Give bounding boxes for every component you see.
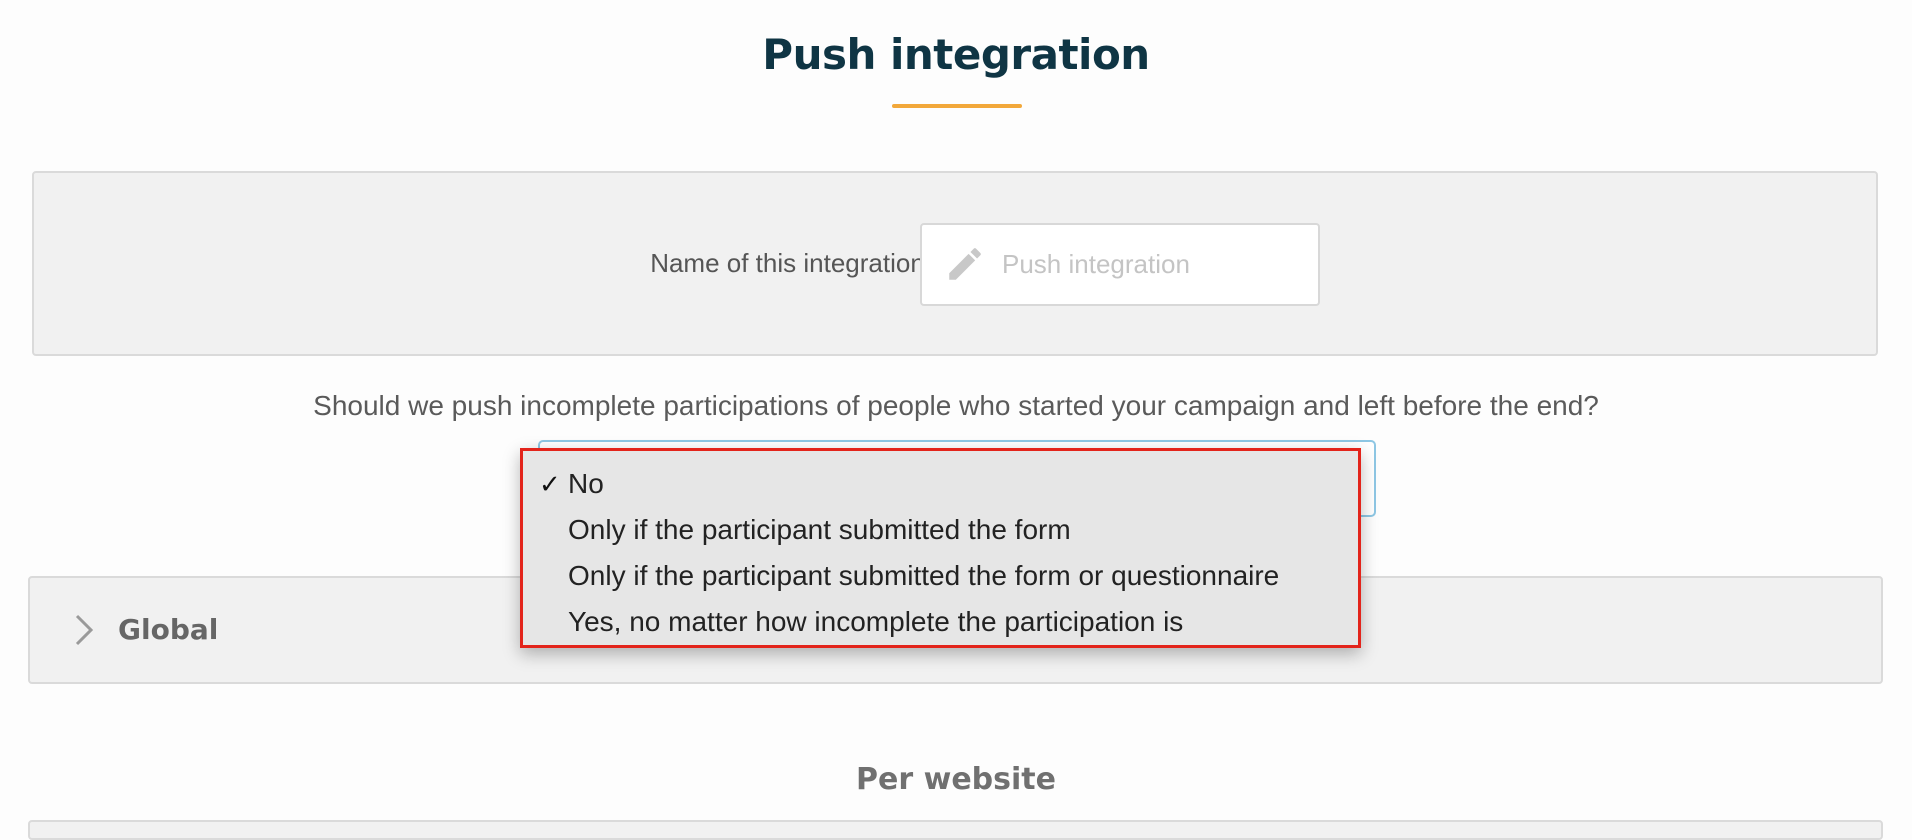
pencil-icon [949,248,981,280]
incomplete-participations-dropdown-menu: ✓ No Only if the participant submitted t… [520,448,1361,648]
dropdown-option-label: No [568,468,604,499]
dropdown-option-yes-always[interactable]: Yes, no matter how incomplete the partic… [523,599,1358,645]
checkmark-icon: ✓ [539,469,561,499]
page-title: Push integration [762,30,1150,79]
per-website-heading: Per website [856,762,1056,797]
global-section-label: Global [118,613,219,646]
integration-name-input[interactable]: Push integration [920,223,1320,306]
dropdown-option-form-submitted[interactable]: Only if the participant submitted the fo… [523,507,1358,553]
per-website-panel [28,820,1883,840]
integration-name-panel: Name of this integration: Push integrati… [32,171,1878,356]
integration-name-label: Name of this integration: [650,248,932,278]
dropdown-option-form-or-questionnaire[interactable]: Only if the participant submitted the fo… [523,553,1358,599]
dropdown-option-label: Yes, no matter how incomplete the partic… [568,606,1184,637]
chevron-right-icon [75,614,94,646]
integration-name-placeholder: Push integration [1002,249,1190,279]
incomplete-participations-question: Should we push incomplete participations… [313,390,1599,421]
dropdown-option-label: Only if the participant submitted the fo… [568,560,1280,591]
dropdown-option-no[interactable]: ✓ No [523,461,1358,507]
title-underline [892,104,1022,108]
dropdown-option-label: Only if the participant submitted the fo… [568,514,1071,545]
